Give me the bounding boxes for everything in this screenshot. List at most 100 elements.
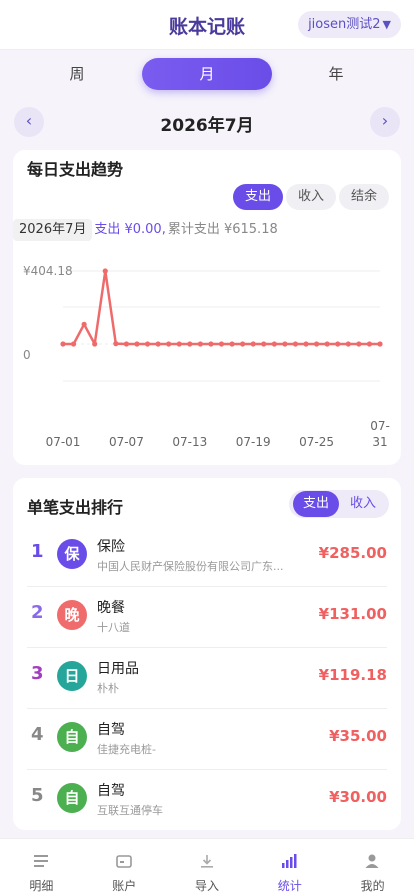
daily-trend-chart: ¥404.18 0 07-01 07-07 07-13 07-19 07-25 07- 31 (23, 264, 390, 449)
expense-amount: ¥285.00 (318, 544, 387, 562)
data-point (134, 341, 140, 347)
data-point (187, 341, 193, 347)
merchant-desc: 朴朴 (97, 682, 119, 695)
rank-number: 5 (31, 785, 44, 806)
category-name: 自驾 (97, 783, 125, 799)
category-name: 日用品 (97, 661, 139, 677)
x-tick-label: 07-25 (299, 435, 334, 449)
nav-label: 我的 (360, 879, 385, 893)
expense-amount: ¥35.00 (329, 727, 387, 745)
expense-amount: ¥119.18 (318, 666, 387, 684)
data-point (335, 341, 341, 347)
data-point (345, 341, 351, 347)
data-point (197, 341, 203, 347)
bottom-navigation: 明细 账户 导入 统计 我的 (0, 838, 414, 896)
data-point (113, 341, 119, 347)
merchant-desc: 中国人民财产保险股份有限公司广东... (97, 560, 284, 573)
ledger-name: jiosen测试2 (308, 17, 381, 32)
nav-statistics[interactable]: 统计 (248, 839, 331, 896)
ledger-selector[interactable]: jiosen测试2 ▼ (298, 11, 401, 38)
data-point (366, 341, 373, 347)
nav-label: 账户 (112, 879, 137, 893)
data-point (60, 341, 66, 347)
nav-import[interactable]: 导入 (166, 839, 249, 896)
x-tick-label: 07- (370, 419, 390, 433)
data-point (240, 341, 246, 347)
expense-amount: ¥30.00 (329, 788, 387, 806)
trend-toggle-income[interactable]: 收入 (286, 184, 336, 210)
data-point (155, 341, 161, 347)
data-point (314, 341, 320, 347)
expense-amount: ¥131.00 (318, 605, 387, 623)
period-tabs: 周 月 年 (0, 56, 414, 92)
category-icon: 保 (57, 539, 87, 569)
trend-toggle-expense[interactable]: 支出 (233, 184, 283, 210)
ranking-toggle-income[interactable]: 收入 (340, 491, 386, 517)
trend-title: 每日支出趋势 (27, 160, 124, 179)
summary-month-chip: 2026年7月 (13, 219, 93, 241)
trend-toggle-balance[interactable]: 结余 (339, 184, 389, 210)
category-name: 自驾 (97, 722, 125, 738)
data-point (208, 341, 214, 347)
data-point (261, 341, 267, 347)
nav-label: 导入 (194, 879, 219, 893)
ranking-title: 单笔支出排行 (27, 498, 124, 517)
category-icon: 晚 (57, 600, 87, 630)
ranking-row[interactable]: 3 日日用品朴朴 ¥119.18 (13, 649, 401, 709)
category-name: 保险 (97, 539, 125, 555)
user-icon (365, 854, 379, 868)
summary-expense: 支出 ¥0.00, (94, 222, 166, 237)
x-tick-label: 07-01 (46, 435, 81, 449)
app-header: 账本记账 jiosen测试2 ▼ (0, 0, 414, 50)
next-month-button[interactable]: › (370, 107, 400, 137)
ranking-row[interactable]: 1 保保险中国人民财产保险股份有限公司广东... ¥285.00 (13, 527, 401, 587)
data-point (144, 341, 151, 347)
category-icon: 自 (57, 783, 87, 813)
x-tick-label: 07-13 (172, 435, 207, 449)
current-month-label: 2026年7月 (160, 116, 254, 136)
category-icon: 日 (57, 661, 87, 691)
data-point (282, 341, 288, 347)
x-tick-label: 07-07 (109, 435, 144, 449)
rank-number: 3 (31, 663, 44, 684)
rank-number: 1 (31, 541, 44, 562)
data-point (292, 341, 299, 347)
tab-week[interactable]: 周 (12, 58, 142, 90)
nav-label: 统计 (277, 879, 302, 893)
data-point (123, 341, 129, 347)
nav-profile[interactable]: 我的 (331, 839, 414, 896)
tab-year[interactable]: 年 (271, 58, 401, 90)
data-point (81, 321, 87, 327)
list-icon (34, 855, 48, 867)
data-point (102, 268, 108, 274)
tab-month[interactable]: 月 (142, 58, 272, 90)
data-point (324, 341, 330, 347)
download-icon (200, 855, 213, 868)
x-tick-label: 07-19 (236, 435, 271, 449)
ranking-row[interactable]: 4 自自驾佳捷充电桩- ¥35.00 (13, 710, 401, 770)
data-point (70, 341, 77, 347)
data-point (92, 341, 98, 347)
y-tick-label: 0 (23, 348, 31, 362)
rank-number: 4 (31, 724, 44, 745)
row-divider (27, 708, 387, 709)
x-tick-label: 31 (372, 435, 387, 449)
y-tick-label: ¥404.18 (23, 264, 73, 278)
data-point (250, 341, 256, 347)
data-point (166, 341, 172, 347)
data-point (377, 341, 383, 347)
merchant-desc: 十八道 (97, 621, 130, 634)
nav-detail[interactable]: 明细 (0, 839, 83, 896)
data-point (356, 341, 362, 347)
category-icon: 自 (57, 722, 87, 752)
rank-number: 2 (31, 602, 44, 623)
data-point (303, 341, 309, 347)
merchant-desc: 互联互通停车 (97, 804, 163, 817)
data-point (271, 341, 277, 347)
merchant-desc: 佳捷充电桩- (97, 743, 156, 756)
ranking-row[interactable]: 5 自自驾互联互通停车 ¥30.00 (13, 771, 401, 831)
nav-accounts[interactable]: 账户 (83, 839, 166, 896)
data-point (218, 341, 225, 347)
ranking-toggle-expense[interactable]: 支出 (293, 491, 339, 517)
ranking-row[interactable]: 2 晚晚餐 十八道 ¥131.00 (13, 588, 401, 648)
